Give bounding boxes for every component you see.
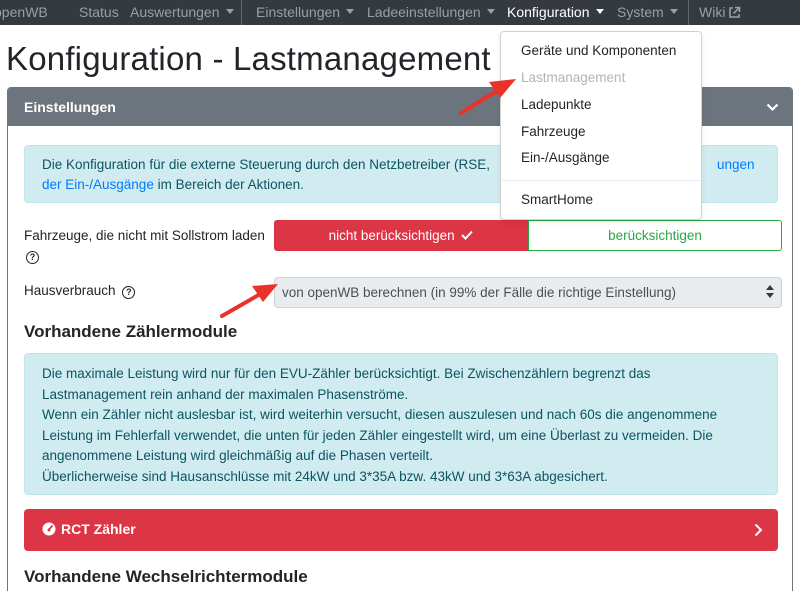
chevron-right-icon [754,523,763,537]
consumption-label: Hausverbrauch [24,283,116,298]
dropdown-divider [501,180,701,181]
vehicles-label: Fahrzeuge, die nicht mit Sollstrom laden [24,228,265,243]
meters-info-line: Lastmanagement rein anhand der maximalen… [42,386,409,402]
caret-down-icon [669,9,678,14]
nav-auswertungen-label: Auswertungen [130,4,220,20]
meters-heading: Vorhandene Zählermodule [24,322,238,341]
nav-wiki[interactable]: Wiki [699,0,741,25]
consumption-select[interactable]: von openWB berechnen (in 99% der Fälle d… [274,277,782,308]
nav-divider [241,0,242,25]
nav-system[interactable]: System [617,0,678,25]
rse-info-text: Die Konfiguration für die externe Steuer… [42,157,491,172]
rse-info-text-end: im Bereich der Aktionen. [153,177,304,192]
dropdown-item-ein-ausgaenge[interactable]: Ein-/Ausgänge [521,150,610,165]
dropdown-item-fahrzeuge[interactable]: Fahrzeuge [521,124,586,139]
consumption-label-row: Hausverbrauch ? [24,283,136,299]
nav-ladeeinstellungen-label: Ladeeinstellungen [367,4,481,20]
dropdown-item-lastmanagement[interactable]: Lastmanagement [521,70,625,85]
rse-info-link[interactable]: der Ein-/Ausgänge [42,177,154,192]
caret-down-icon [225,9,234,14]
select-arrows-icon [766,285,774,299]
nav-system-label: System [617,4,664,20]
meters-info-line: angenommene Leistung wird gleichmäßig au… [42,448,433,463]
question-circle-icon[interactable]: ? [26,251,39,264]
nav-auswertungen[interactable]: Auswertungen [130,0,234,25]
check-icon [461,230,474,240]
meters-info-line: Überlicherweise sind Hausanschlüsse mit … [42,468,608,484]
nav-divider [688,0,689,25]
vehicles-option-ignore-label: nicht berücksichtigen [328,228,455,243]
nav-status-label: Status [79,4,119,20]
dropdown-item-smarthome[interactable]: SmartHome [521,192,593,207]
nav-ladeeinstellungen[interactable]: Ladeeinstellungen [367,0,495,25]
meters-info-line: Die maximale Leistung wird nur für den E… [42,366,651,381]
meters-info-alert: Die maximale Leistung wird nur für den E… [24,353,778,495]
navbar-brand[interactable]: openWB [0,0,48,25]
meter-item-rct[interactable]: RCT Zähler [24,509,778,551]
rse-info-link-end[interactable]: ungen [717,155,755,176]
nav-wiki-label: Wiki [699,4,726,20]
caret-down-icon [346,9,355,14]
konfiguration-dropdown-menu: Geräte und Komponenten Lastmanagement La… [500,31,702,220]
inverters-heading: Vorhandene Wechselrichtermodule [24,567,308,586]
consumption-select-value: von openWB berechnen (in 99% der Fälle d… [282,285,676,300]
vehicles-toggle-group: nicht berücksichtigen berücksichtigen [274,220,782,251]
caret-down-icon [595,9,604,14]
chevron-down-icon[interactable] [766,103,779,112]
nav-status[interactable]: Status [79,0,119,25]
nav-konfiguration-label: Konfiguration [507,4,590,20]
caret-down-icon [486,9,495,14]
meter-item-rct-label: RCT Zähler [61,521,136,537]
page-title: Konfiguration - Lastmanagement [6,40,491,77]
vehicles-option-consider-button[interactable]: berücksichtigen [528,220,782,251]
vehicles-option-consider-label: berücksichtigen [608,228,702,243]
vehicles-help[interactable]: ? [26,248,39,264]
tachometer-icon [42,522,56,536]
nav-einstellungen[interactable]: Einstellungen [256,0,355,25]
navbar: openWB Status Auswertungen Einstellungen… [0,0,800,25]
meter-item-rct-label-row: RCT Zähler [42,521,136,537]
external-link-icon [729,6,741,18]
vehicles-option-ignore-button[interactable]: nicht berücksichtigen [274,220,528,251]
nav-konfiguration[interactable]: Konfiguration [507,0,604,25]
nav-einstellungen-label: Einstellungen [256,4,341,20]
card-header-title: Einstellungen [24,99,116,115]
dropdown-item-ladepunkte[interactable]: Ladepunkte [521,97,592,112]
meters-info-line: Leistung im Fehlerfall verwendet, die un… [42,427,713,443]
dropdown-item-geraete[interactable]: Geräte und Komponenten [521,43,676,58]
question-circle-icon[interactable]: ? [122,286,136,299]
meters-info-line: Wenn ein Zähler nicht auslesbar ist, wir… [42,407,718,422]
